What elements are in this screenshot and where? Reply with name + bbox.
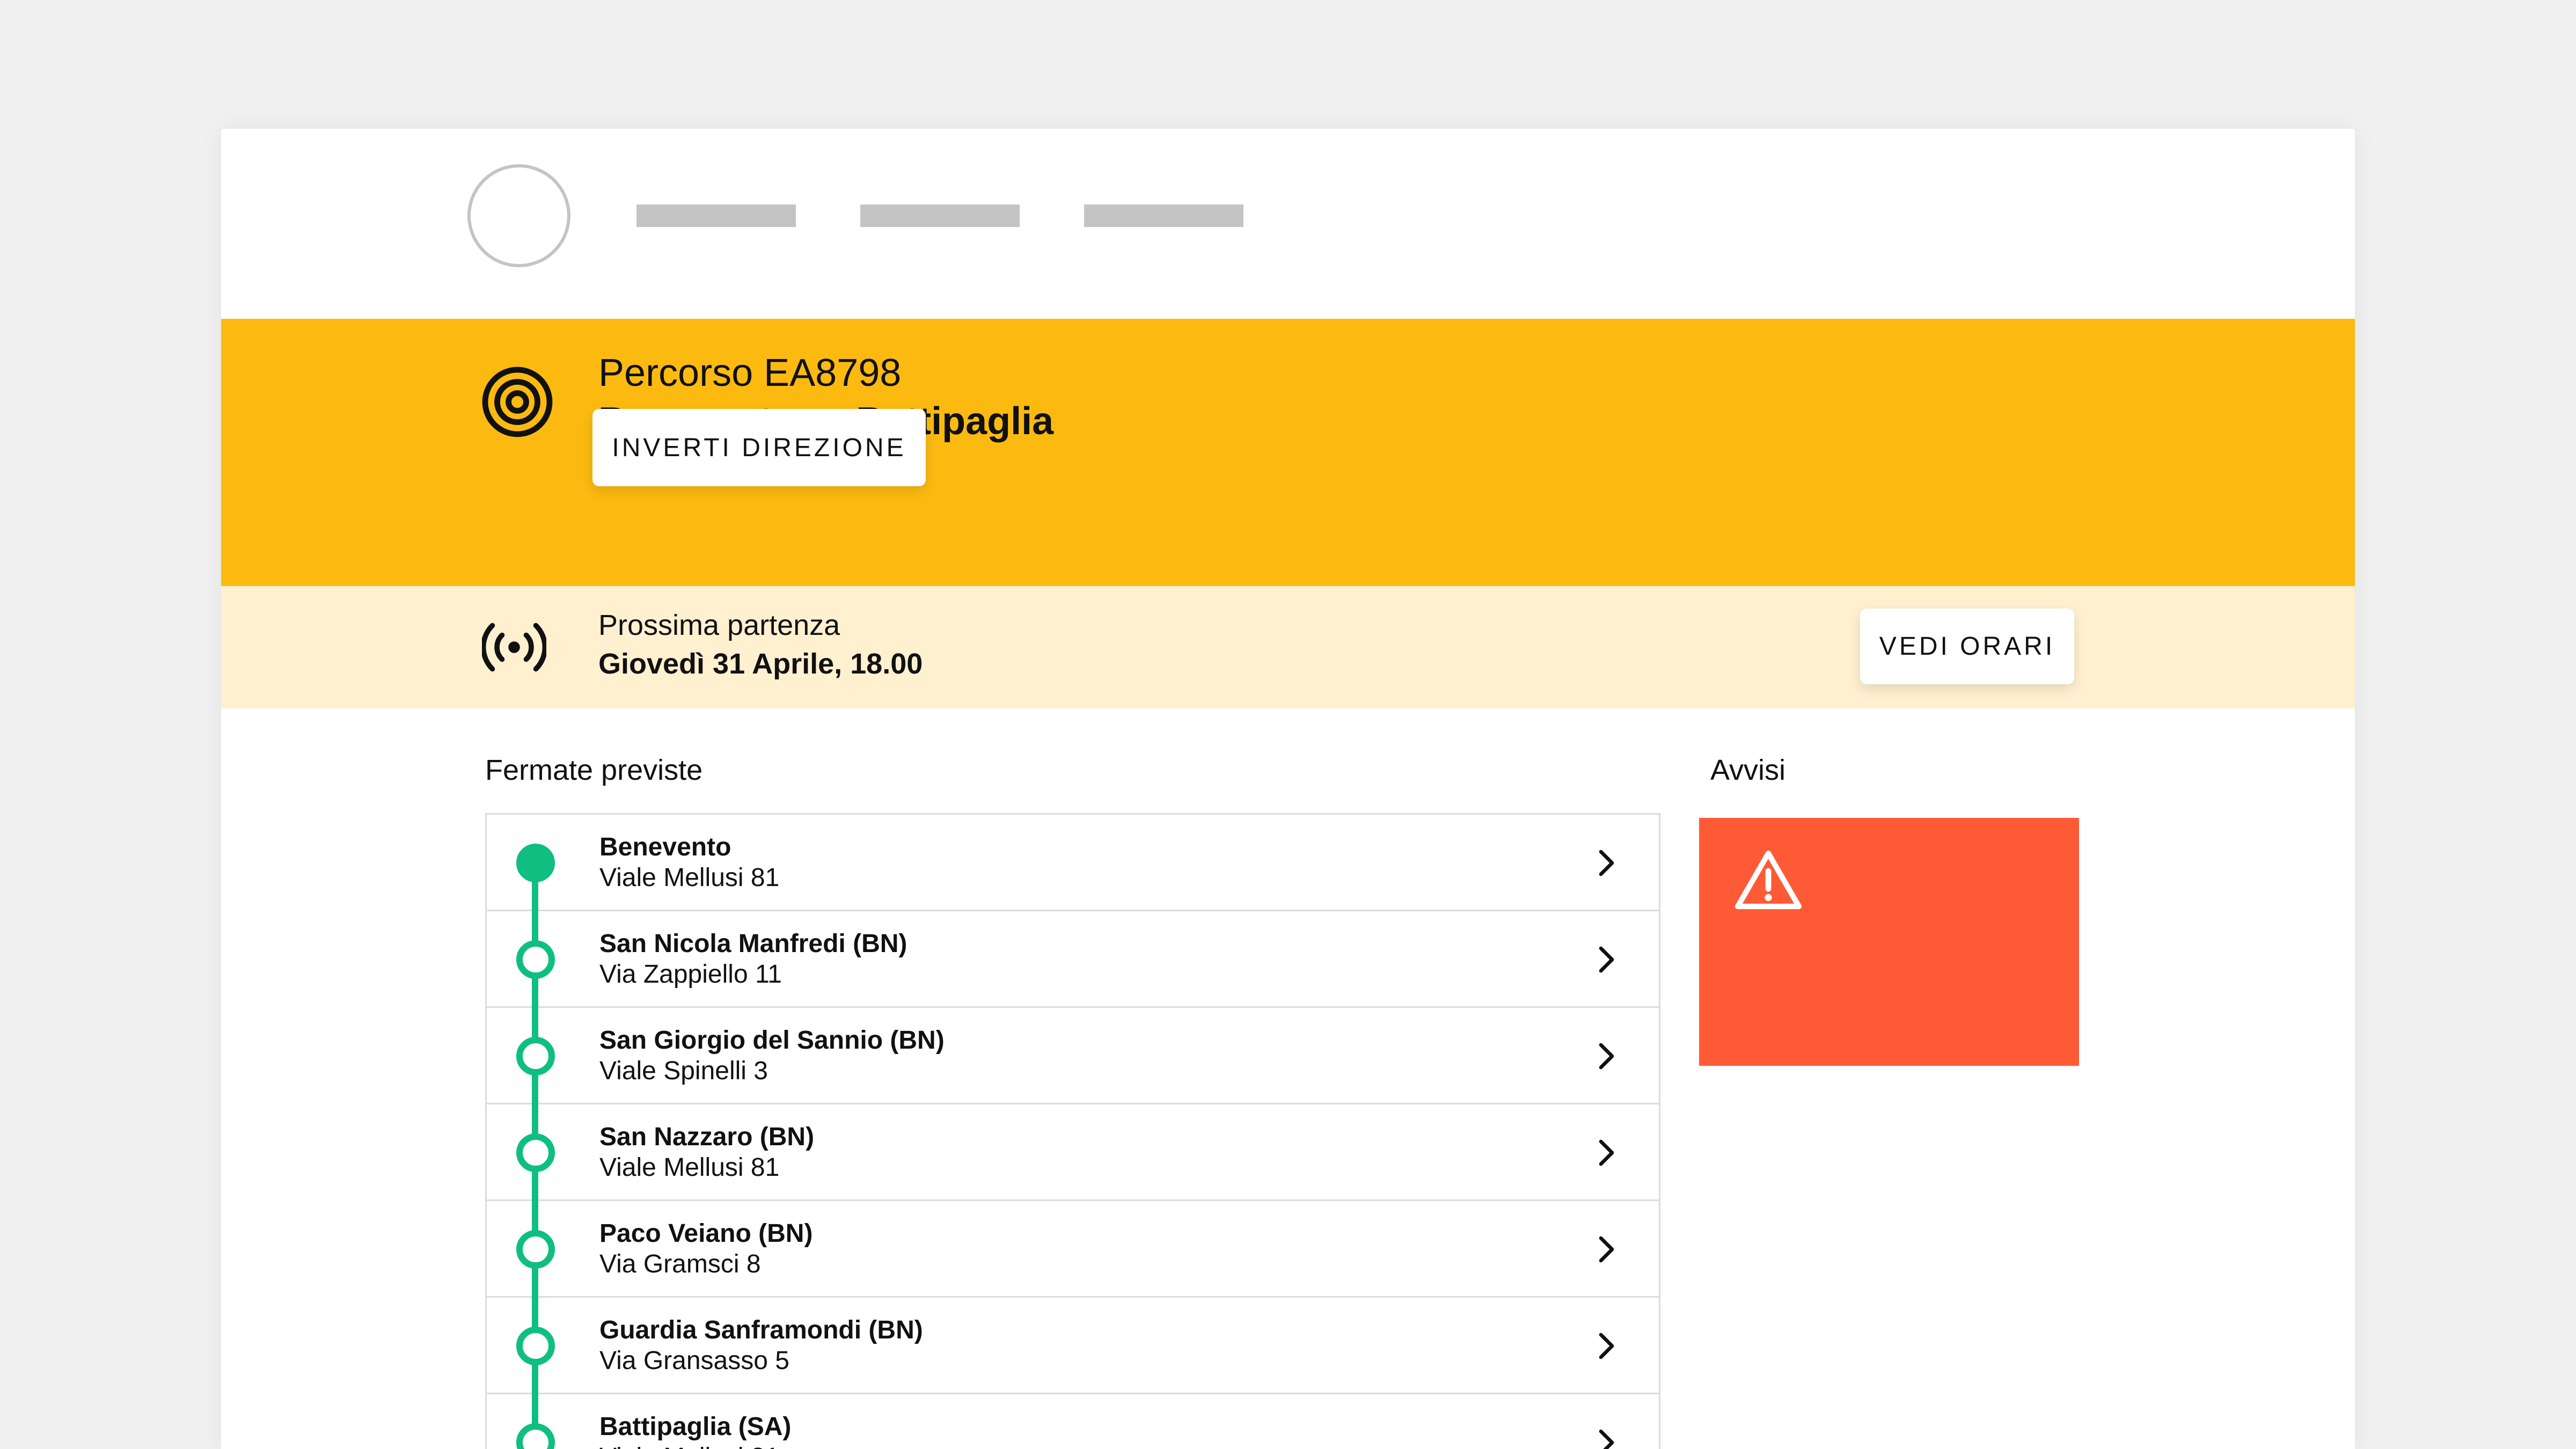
chevron-right-icon xyxy=(1599,1043,1614,1070)
stop-marker xyxy=(516,1037,555,1075)
stop-name: Benevento xyxy=(599,833,731,861)
invert-direction-button[interactable]: INVERTI DIREZIONE xyxy=(592,409,926,486)
stop-item[interactable]: Paco Veiano (BN) Via Gramsci 8 xyxy=(485,1199,1660,1299)
stop-item[interactable]: San Nicola Manfredi (BN) Via Zappiello 1… xyxy=(485,910,1660,1009)
app-window: Percorso EA8798 Benevento → Battipaglia … xyxy=(221,129,2355,1449)
view-timetable-button[interactable]: VEDI ORARI xyxy=(1860,609,2074,684)
stop-marker xyxy=(516,1423,555,1449)
nav-item-placeholder-2[interactable] xyxy=(860,204,1020,227)
broadcast-icon xyxy=(482,623,546,672)
route-target-icon xyxy=(482,367,553,437)
current-stop-marker xyxy=(516,844,555,882)
route-line-segment xyxy=(532,1393,538,1425)
stop-item[interactable]: Benevento Viale Mellusi 81 xyxy=(485,815,1660,913)
alert-card[interactable] xyxy=(1699,818,2079,1066)
stop-marker xyxy=(516,1133,555,1172)
stop-address: Viale Spinelli 3 xyxy=(599,1057,768,1085)
stop-item[interactable]: San Giorgio del Sannio (BN) Viale Spinel… xyxy=(485,1006,1660,1106)
route-header: Percorso EA8798 Benevento → Battipaglia xyxy=(221,319,2355,586)
stops-list: Benevento Viale Mellusi 81 San Nicola Ma… xyxy=(485,813,1660,1449)
chevron-right-icon xyxy=(1599,850,1614,876)
stop-address: Via Gransasso 5 xyxy=(599,1346,789,1375)
stop-address: Via Gramsci 8 xyxy=(599,1250,761,1278)
stop-name: San Nicola Manfredi (BN) xyxy=(599,930,908,958)
stop-item[interactable]: San Nazzaro (BN) Viale Mellusi 81 xyxy=(485,1103,1660,1203)
stop-name: San Giorgio del Sannio (BN) xyxy=(599,1026,945,1055)
chevron-right-icon xyxy=(1599,946,1614,973)
stop-item[interactable]: Guardia Sanframondi (BN) Via Gransasso 5 xyxy=(485,1296,1660,1396)
chevron-right-icon xyxy=(1599,1429,1614,1449)
stops-section-title: Fermate previste xyxy=(485,754,703,786)
stop-marker xyxy=(516,1327,555,1365)
chevron-right-icon xyxy=(1599,1236,1614,1263)
logo-placeholder[interactable] xyxy=(467,164,570,267)
stop-address: Viale Mellusi 81 xyxy=(599,863,780,892)
route-title: Percorso EA8798 xyxy=(598,352,902,394)
nav-item-placeholder-3[interactable] xyxy=(1084,204,1243,227)
stop-address: Viale Mellusi 81 xyxy=(599,1153,780,1182)
stop-address: Via Zappiello 11 xyxy=(599,960,782,989)
warning-icon xyxy=(1735,850,1802,910)
alerts-section-title: Avvisi xyxy=(1710,754,1786,786)
next-departure-label: Prossima partenza xyxy=(598,609,840,641)
stop-address: Viale Mellusi 81 xyxy=(599,1443,779,1449)
chevron-right-icon xyxy=(1599,1333,1614,1359)
nav-item-placeholder-1[interactable] xyxy=(636,204,796,227)
stop-item[interactable]: Battipaglia (SA) Viale Mellusi 81 xyxy=(485,1393,1660,1449)
stop-marker xyxy=(516,940,555,979)
stop-name: San Nazzaro (BN) xyxy=(599,1123,815,1151)
stop-name: Guardia Sanframondi (BN) xyxy=(599,1316,923,1344)
top-nav xyxy=(221,129,2355,319)
chevron-right-icon xyxy=(1599,1139,1614,1166)
stop-name: Paco Veiano (BN) xyxy=(599,1219,813,1248)
next-departure-time: Giovedì 31 Aprile, 18.00 xyxy=(598,648,923,680)
stop-marker xyxy=(516,1230,555,1269)
stop-name: Battipaglia (SA) xyxy=(599,1413,792,1441)
